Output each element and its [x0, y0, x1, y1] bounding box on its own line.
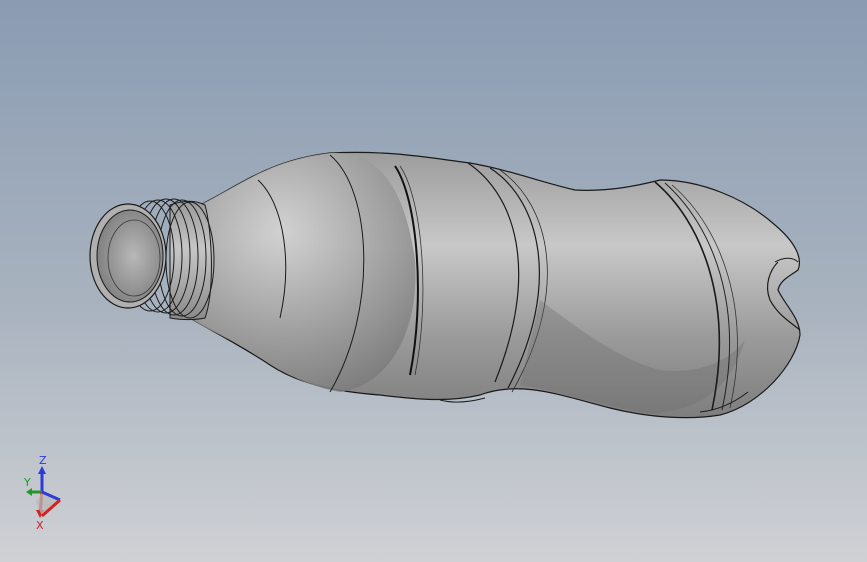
orientation-triad[interactable]: Z Y X	[20, 452, 80, 532]
bottle-model[interactable]	[0, 0, 867, 562]
y-axis-label: Y	[23, 476, 31, 489]
graphics-viewport[interactable]: Z Y X	[0, 0, 867, 562]
z-axis-label: Z	[39, 454, 47, 467]
bottle-mouth-inner	[96, 209, 164, 303]
x-axis-label: X	[36, 519, 44, 532]
